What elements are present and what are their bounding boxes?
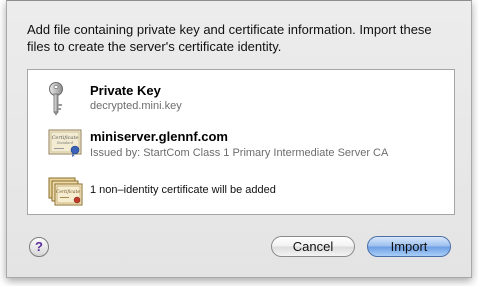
non-identity-certificate-note: 1 non–identity certificate will be added (90, 184, 276, 196)
private-key-title: Private Key (90, 83, 161, 98)
items-list: Private Key decrypted.mini.key Certifica… (27, 69, 455, 215)
svg-text:Certificate: Certificate (56, 189, 81, 195)
cancel-button[interactable]: Cancel (271, 236, 355, 257)
import-button[interactable]: Import (367, 236, 451, 257)
list-item-certificate[interactable]: Certificate Standard miniserver.glennf.c… (28, 126, 454, 164)
certificate-title: miniserver.glennf.com (90, 129, 228, 144)
private-key-filename: decrypted.mini.key (90, 100, 182, 112)
key-icon (48, 82, 64, 121)
certificate-icon: Certificate Standard (48, 129, 82, 162)
svg-text:Standard: Standard (57, 141, 74, 145)
certificates-stack-icon: Certificate (48, 176, 84, 213)
dialog-message: Add file containing private key and cert… (27, 22, 432, 54)
help-button[interactable]: ? (29, 237, 49, 257)
import-identity-dialog: Add file containing private key and cert… (6, 0, 472, 278)
list-item-non-identity-certificates[interactable]: Certificate 1 non–identity certificate w… (28, 176, 454, 210)
list-item-private-key[interactable]: Private Key decrypted.mini.key (28, 80, 454, 118)
certificate-issuer: Issued by: StartCom Class 1 Primary Inte… (90, 147, 389, 159)
